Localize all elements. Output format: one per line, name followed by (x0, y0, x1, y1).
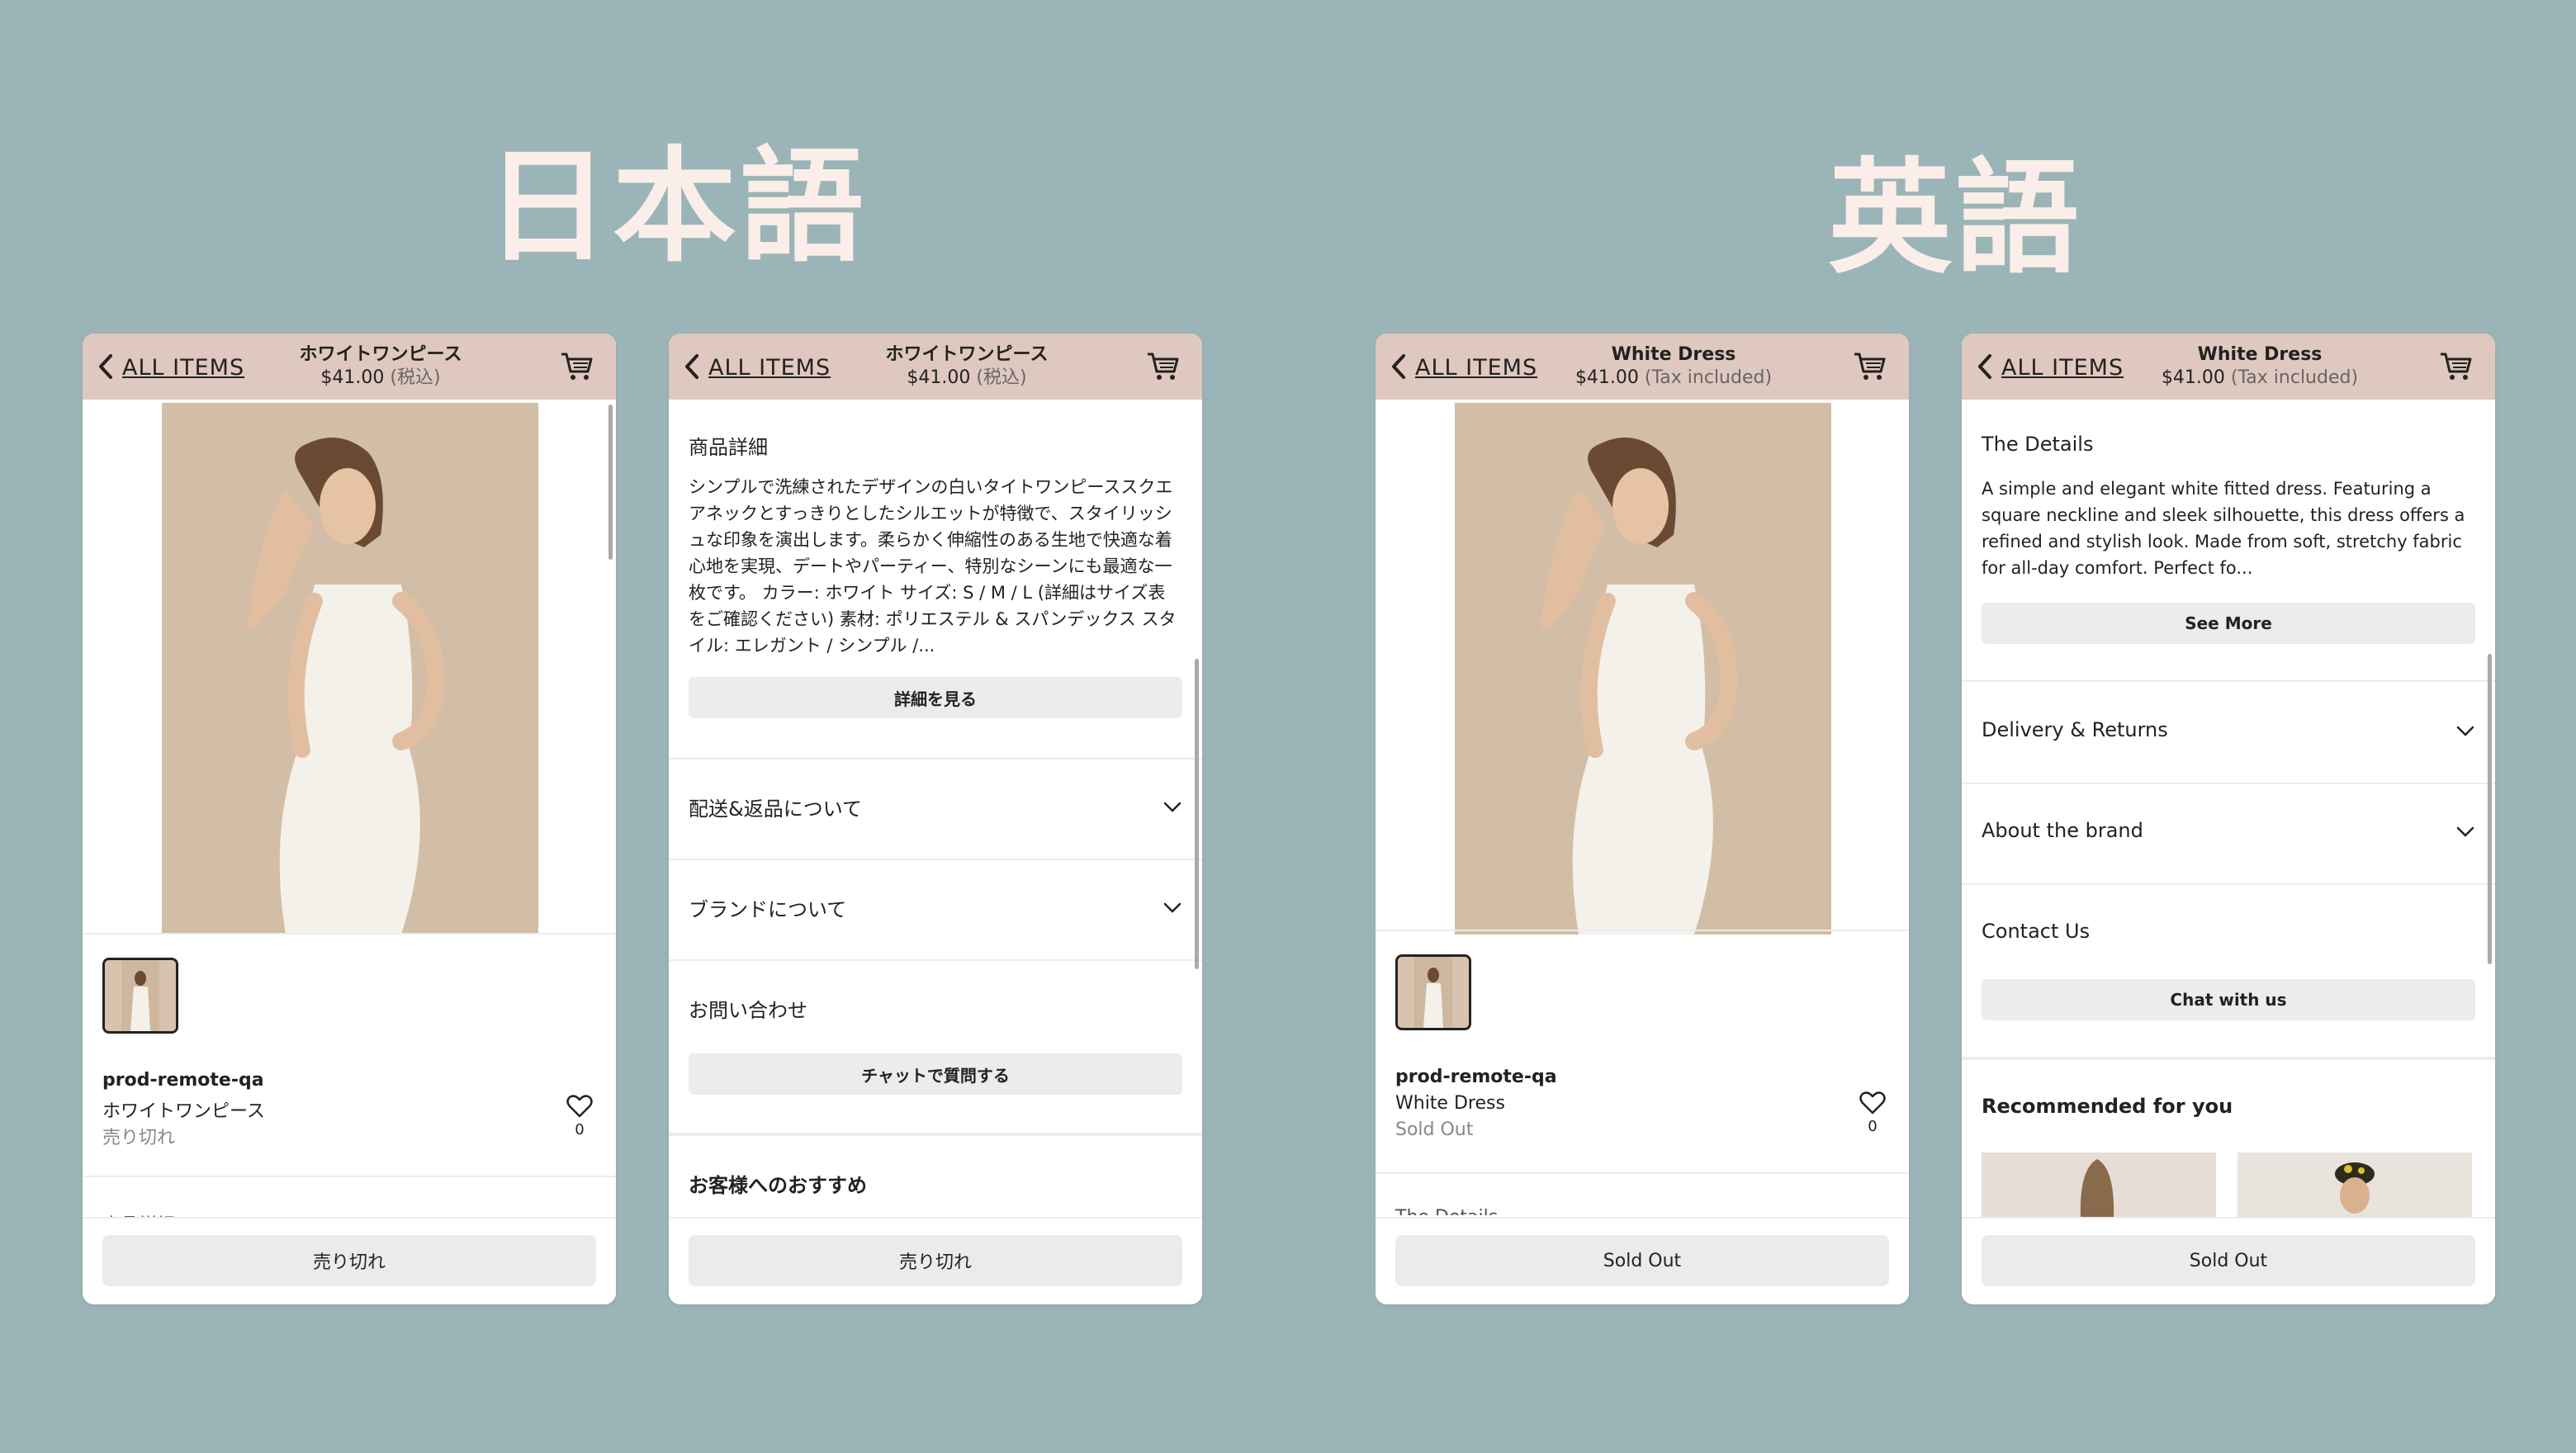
cart-icon[interactable] (1853, 352, 1887, 381)
chevron-down-icon[interactable] (2455, 725, 2475, 738)
details-peek: The Details (1395, 1207, 1498, 1215)
bottom-bar: 売り切れ (669, 1217, 1202, 1304)
divider (669, 1133, 1202, 1136)
product-name: White Dress (1395, 1093, 1505, 1114)
about-brand-label[interactable]: About the brand (1982, 819, 2143, 842)
phone-ja-details: ALL ITEMS ホワイトワンピース $41.00 (税込) 商品詳細 シンプ… (669, 334, 1202, 1304)
contact-label: お問い合わせ (689, 999, 807, 1022)
scrollbar[interactable] (1195, 659, 1199, 969)
product-photo[interactable] (1455, 403, 1831, 935)
sold-out-button[interactable]: Sold Out (1395, 1235, 1889, 1286)
chat-button[interactable]: チャットで質問する (689, 1053, 1182, 1095)
all-items-link[interactable]: ALL ITEMS (1415, 355, 1537, 381)
heart-icon (1859, 1091, 1886, 1115)
cart-icon[interactable] (2439, 352, 2474, 381)
see-more-button[interactable]: 詳細を見る (689, 677, 1182, 718)
header-price: $41.00 (税込) (320, 367, 441, 388)
chevron-down-icon[interactable] (2455, 826, 2475, 839)
sold-out-button[interactable]: 売り切れ (689, 1235, 1182, 1286)
product-description: シンプルで洗練されたデザインの白いタイトワンピーススクエアネックとすっきりとした… (689, 477, 1177, 656)
divider (669, 959, 1202, 961)
product-photo[interactable] (162, 403, 538, 935)
vendor-name: prod-remote-qa (1395, 1067, 1557, 1087)
product-description: A simple and elegant white fitted dress.… (1982, 479, 2465, 578)
chevron-left-icon[interactable] (91, 352, 121, 381)
chevron-down-icon[interactable] (1163, 902, 1182, 915)
sold-out-button[interactable]: Sold Out (1982, 1235, 2475, 1286)
favorite-button[interactable]: 0 (565, 1095, 594, 1138)
header-product-name: White Dress (2197, 344, 2323, 365)
product-thumbnail[interactable] (102, 958, 178, 1034)
phone-en-details: ALL ITEMS White Dress $41.00 (Tax includ… (1962, 334, 2495, 1304)
contact-label: Contact Us (1982, 920, 2091, 943)
divider (1376, 930, 1909, 931)
header-price: $41.00 (税込) (907, 367, 1027, 388)
phone-ja-product: ALL ITEMS ホワイトワンピース $41.00 (税込) prod-rem (83, 334, 616, 1304)
heading-japanese: 日本語 (485, 135, 868, 279)
recommended-title: Recommended for you (1982, 1095, 2233, 1118)
product-name: ホワイトワンピース (102, 1101, 265, 1122)
vendor-name: prod-remote-qa (102, 1070, 264, 1091)
cart-icon[interactable] (560, 352, 594, 381)
see-more-button[interactable]: See More (1982, 603, 2475, 644)
chevron-left-icon[interactable] (677, 352, 707, 381)
details-title: 商品詳細 (689, 436, 768, 459)
divider (1376, 1172, 1909, 1174)
all-items-link[interactable]: ALL ITEMS (708, 355, 831, 381)
divider (1962, 1057, 2495, 1060)
header-price: $41.00 (Tax included) (1574, 367, 1773, 388)
recommended-title: お客様へのおすすめ (689, 1174, 867, 1197)
recommended-list (1982, 1152, 2475, 1219)
chat-button[interactable]: Chat with us (1982, 979, 2475, 1020)
scrollbar[interactable] (608, 405, 613, 560)
product-thumbnail[interactable] (1395, 954, 1471, 1030)
favorite-count: 0 (1868, 1118, 1878, 1135)
scrollbar[interactable] (2488, 654, 2492, 964)
header-bar: ALL ITEMS ホワイトワンピース $41.00 (税込) (669, 334, 1202, 400)
all-items-link[interactable]: ALL ITEMS (122, 355, 244, 381)
favorite-count: 0 (575, 1121, 585, 1138)
about-brand-label[interactable]: ブランドについて (689, 893, 846, 922)
divider (669, 859, 1202, 860)
header-product-name: White Dress (1611, 344, 1736, 365)
header-title: ホワイトワンピース $41.00 (税込) (261, 343, 500, 390)
bottom-bar: Sold Out (1962, 1217, 2495, 1304)
stock-status: 売り切れ (102, 1128, 176, 1148)
heart-icon (566, 1095, 593, 1118)
all-items-link[interactable]: ALL ITEMS (2001, 355, 2124, 381)
divider (669, 758, 1202, 760)
header-bar: ALL ITEMS ホワイトワンピース $41.00 (税込) (83, 334, 616, 400)
product-image-area (83, 400, 616, 935)
recommended-item-image[interactable] (2237, 1152, 2472, 1219)
header-product-name: ホワイトワンピース (299, 344, 462, 365)
chevron-left-icon[interactable] (1970, 352, 2000, 381)
header-price: $41.00 (Tax included) (2161, 367, 2359, 388)
sold-out-button[interactable]: 売り切れ (102, 1235, 596, 1286)
stock-status: Sold Out (1395, 1119, 1474, 1140)
cart-icon[interactable] (1146, 352, 1181, 381)
recommended-item-image[interactable] (1982, 1152, 2216, 1219)
divider (83, 933, 616, 935)
divider (1962, 783, 2495, 784)
heading-english: 英語 (1828, 147, 2083, 291)
delivery-returns-label[interactable]: 配送&返品について (689, 793, 862, 821)
chevron-left-icon[interactable] (1384, 352, 1413, 381)
details-title: The Details (1982, 433, 2094, 456)
delivery-returns-label[interactable]: Delivery & Returns (1982, 718, 2168, 741)
header-bar: ALL ITEMS White Dress $41.00 (Tax includ… (1376, 334, 1909, 400)
bottom-bar: Sold Out (1376, 1217, 1909, 1304)
chevron-down-icon[interactable] (1163, 801, 1182, 814)
product-image-area (1376, 400, 1909, 935)
header-title: White Dress $41.00 (Tax included) (1554, 343, 1793, 390)
divider (1962, 883, 2495, 885)
divider (83, 1176, 616, 1177)
header-product-name: ホワイトワンピース (885, 344, 1049, 365)
header-title: ホワイトワンピース $41.00 (税込) (847, 343, 1087, 390)
divider (1962, 680, 2495, 682)
header-title: White Dress $41.00 (Tax included) (2140, 343, 2379, 390)
phone-en-product: ALL ITEMS White Dress $41.00 (Tax includ… (1376, 334, 1909, 1304)
header-bar: ALL ITEMS White Dress $41.00 (Tax includ… (1962, 334, 2495, 400)
favorite-button[interactable]: 0 (1858, 1091, 1887, 1135)
bottom-bar: 売り切れ (83, 1217, 616, 1304)
